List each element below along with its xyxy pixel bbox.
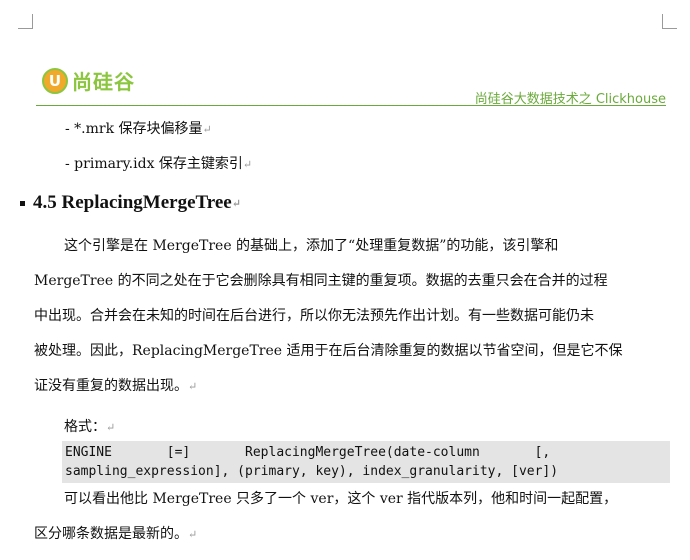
bullet-text: - *.mrk 保存块偏移量 — [65, 121, 203, 137]
bullet-item: - primary.idx 保存主键索引↵ — [65, 153, 252, 173]
bullet-text: - primary.idx 保存主键索引 — [65, 156, 243, 172]
paragraph-mark: ↵ — [188, 380, 198, 393]
section-title: 4.5 ReplacingMergeTree — [33, 192, 232, 213]
code-line: ENGINE [=] ReplacingMergeTree(date-colum… — [65, 445, 551, 460]
body-paragraph: 可以看出他比 MergeTree 只多了一个 ver，这个 ver 指代版本列，… — [34, 482, 668, 552]
paragraph-mark: ↵ — [231, 197, 241, 210]
paragraph-line: 被处理。因此，ReplacingMergeTree 适用于在后台清除重复的数据以… — [34, 343, 623, 359]
page-header: U 尚硅谷 尚硅谷大数据技术之 Clickhouse — [0, 0, 690, 110]
body-paragraph: 这个引擎是在 MergeTree 的基础上，添加了“处理重复数据”的功能，该引擎… — [34, 229, 668, 404]
paragraph-mark: ↵ — [242, 158, 253, 171]
logo-icon: U — [42, 67, 68, 94]
logo-text: 尚硅谷 — [72, 70, 135, 94]
code-block: ENGINE [=] ReplacingMergeTree(date-colum… — [62, 441, 670, 483]
paragraph-line-text: 证没有重复的数据出现。 — [34, 378, 188, 394]
paragraph-line: 可以看出他比 MergeTree 只多了一个 ver，这个 ver 指代版本列，… — [64, 491, 618, 507]
paragraph-line-text: 区分哪条数据是最新的。 — [34, 526, 188, 542]
section-heading: 4.5 ReplacingMergeTree ↵ — [20, 192, 241, 214]
format-label-row: 格式：↵ — [64, 416, 115, 436]
paragraph-mark: ↵ — [106, 421, 116, 434]
paragraph-line: 区分哪条数据是最新的。↵ — [34, 517, 668, 552]
bullet-item: - *.mrk 保存块偏移量↵ — [65, 118, 212, 138]
code-line: sampling_expression], (primary, key), in… — [65, 464, 559, 479]
paragraph-line: 中出现。合并会在未知的时间在后台进行，所以你无法预先作出计划。有一些数据可能仍未 — [34, 308, 594, 324]
paragraph-mark: ↵ — [202, 123, 212, 136]
paragraph-line: 证没有重复的数据出现。↵ — [34, 369, 668, 404]
paragraph-mark: ↵ — [188, 528, 198, 541]
format-label: 格式： — [64, 419, 106, 435]
paragraph-line: MergeTree 的不同之处在于它会删除具有相同主键的重复项。数据的去重只会在… — [34, 273, 608, 289]
paragraph-line: 这个引擎是在 MergeTree 的基础上，添加了“处理重复数据”的功能，该引擎… — [64, 238, 559, 254]
logo: U 尚硅谷 — [42, 66, 135, 95]
header-divider — [36, 105, 666, 106]
heading-bullet-icon — [20, 200, 25, 206]
